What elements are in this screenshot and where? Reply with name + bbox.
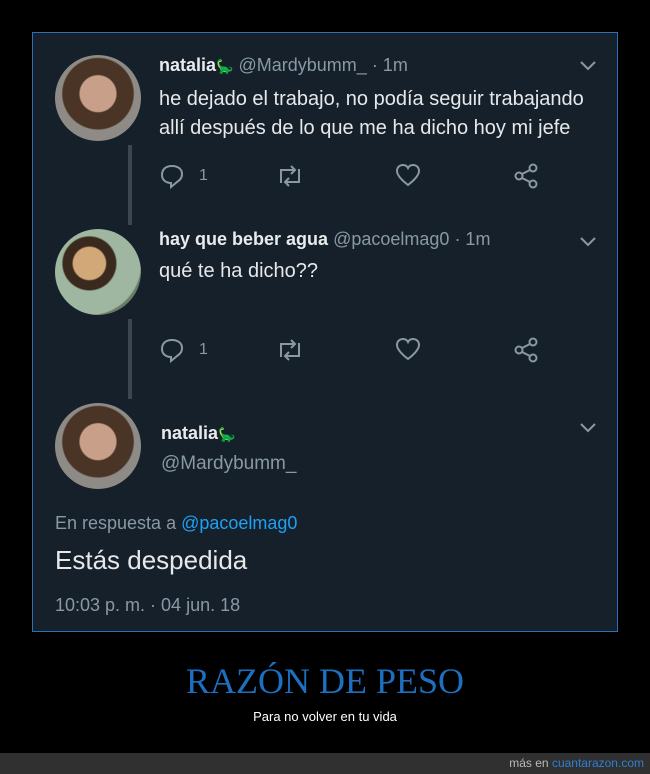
main-tweet-timestamp[interactable]: 10:03 p. m. · 04 jun. 18 — [55, 595, 240, 616]
thread-line — [128, 319, 132, 399]
reply-to-link[interactable]: @pacoelmag0 — [181, 513, 297, 533]
avatar-pacoelmag0[interactable] — [55, 229, 141, 315]
reply-icon — [159, 337, 185, 363]
like-icon — [395, 163, 421, 187]
tweet-actions: 1 — [159, 163, 559, 193]
retweet-icon — [275, 163, 305, 189]
author-name: natalia — [159, 55, 217, 75]
tweet-text-line: qué te ha dicho?? — [159, 260, 319, 282]
thread-line — [128, 145, 132, 225]
author-name: hay que beber agua — [159, 229, 329, 249]
share-icon — [513, 163, 539, 189]
tweet-time: · 1m — [371, 55, 408, 75]
avatar-natalia[interactable] — [55, 403, 141, 489]
main-tweet-handle[interactable]: @Mardybumm_ — [161, 453, 296, 475]
chevron-down-icon[interactable] — [579, 59, 597, 77]
reply-button[interactable]: 1 — [159, 337, 208, 363]
reply-icon — [159, 163, 185, 189]
share-button[interactable] — [513, 163, 539, 189]
retweet-icon — [275, 337, 305, 363]
retweet-button[interactable] — [275, 163, 305, 189]
like-icon — [395, 337, 421, 361]
share-icon — [513, 337, 539, 363]
main-tweet-text: Estás despedida — [55, 545, 248, 575]
tweet-time: · 1m — [454, 229, 491, 249]
like-button[interactable] — [395, 337, 421, 361]
reply-context: En respuesta a @pacoelmag0 — [55, 513, 297, 534]
footer-site-link[interactable]: cuantarazon.com — [552, 756, 644, 770]
retweet-button[interactable] — [275, 337, 305, 363]
caption-title: RAZÓN DE PESO — [185, 661, 464, 701]
caption-subtitle: Para no volver en tu vida — [253, 709, 397, 724]
tweet-author[interactable]: hay que beber agua @pacoelmag0 · 1m — [159, 229, 490, 250]
like-button[interactable] — [395, 163, 421, 187]
tweet-text: he dejado el trabajo, no podía seguir tr… — [159, 85, 584, 143]
chevron-down-icon[interactable] — [579, 235, 597, 253]
tweet-author[interactable]: natalia🦕 @Mardybumm_ · 1m — [159, 55, 408, 76]
reply-count: 1 — [199, 341, 208, 358]
author-handle: @pacoelmag0 — [333, 229, 450, 249]
tweet-text-line: allí después de lo que me ha dicho hoy m… — [159, 117, 571, 139]
tweet-screenshot: natalia🦕 @Mardybumm_ · 1m he dejado el t… — [32, 32, 618, 632]
author-name: natalia — [161, 423, 219, 443]
main-tweet-author[interactable]: natalia🦕 — [161, 423, 235, 444]
tweet-text-line: he dejado el trabajo, no podía seguir tr… — [159, 88, 584, 110]
tweet-text: qué te ha dicho?? — [159, 257, 318, 286]
footer-prefix: más en — [509, 756, 549, 770]
avatar-natalia[interactable] — [55, 55, 141, 141]
dinosaur-emoji-icon: 🦕 — [216, 58, 234, 74]
chevron-down-icon[interactable] — [579, 421, 597, 439]
site-footer: más en cuantarazon.com — [0, 753, 650, 774]
reply-count: 1 — [199, 167, 208, 184]
author-handle: @Mardybumm_ — [238, 55, 367, 75]
reply-prefix: En respuesta a — [55, 513, 177, 533]
reply-button[interactable]: 1 — [159, 163, 208, 189]
dinosaur-emoji-icon: 🦕 — [218, 426, 236, 442]
tweet-actions: 1 — [159, 337, 559, 367]
share-button[interactable] — [513, 337, 539, 363]
